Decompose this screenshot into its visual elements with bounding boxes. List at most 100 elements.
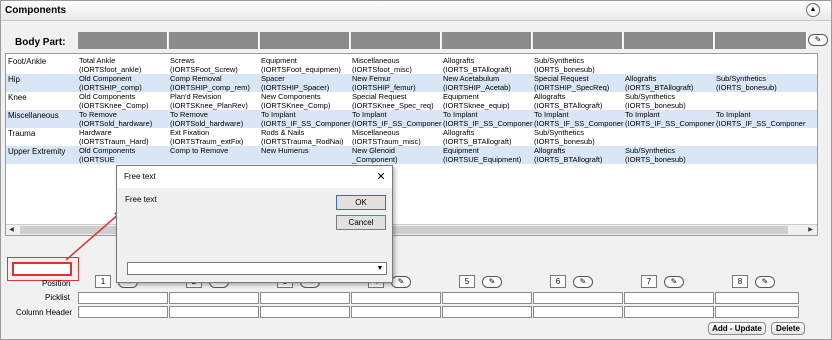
grid-cell[interactable]: Old Components (IORTSUE [79, 146, 169, 164]
picklist-input[interactable] [533, 292, 623, 304]
grid-cell[interactable]: To Implant (IORTS_IF_SS_Componer [352, 110, 442, 128]
pencil-icon[interactable]: ✎ [664, 276, 684, 288]
position-number[interactable]: 6 [550, 275, 566, 288]
grid-cell[interactable]: To Implant (IORTS_IF_SS_Componer [443, 110, 533, 128]
chevron-down-icon[interactable]: ▼ [375, 263, 385, 274]
grid-cell[interactable]: Allografts (IORTS_BTAllograft) [534, 146, 624, 164]
picklist-input[interactable] [78, 292, 168, 304]
grid-cell[interactable]: Ext Fixation (IORTSTraum_extFix) [170, 128, 260, 146]
grid-cell[interactable]: To Remove (IORTSold_hardware) [79, 110, 169, 128]
grid-cell[interactable]: Sub/Synthetics (IORTS_bonesub) [625, 146, 715, 164]
grid-cell[interactable]: Sub/Synthetics (IORTS_bonesub) [534, 128, 624, 146]
scroll-right-icon[interactable]: ▶ [805, 225, 816, 235]
grid-cell[interactable]: Equipment (IORTSknee_equip) [443, 92, 533, 110]
grid-cell[interactable]: Spacer (IORTSHIP_Spacer) [261, 74, 351, 92]
row-category: Miscellaneous [8, 111, 59, 120]
picklist-input[interactable] [624, 292, 714, 304]
body-part-header-cell[interactable] [715, 32, 807, 49]
cell-code: (IORTS_bonesub) [625, 101, 686, 110]
cell-code: (IORTSKnee_Spec_req) [352, 101, 434, 110]
grid-cell[interactable]: Hardware (IORTSTraum_Hard) [79, 128, 169, 146]
scroll-left-icon[interactable]: ◀ [6, 225, 17, 235]
grid-cell[interactable]: Special Request (IORTSHIP_SpecReq) [534, 74, 624, 92]
picklist-input[interactable] [715, 292, 799, 304]
cell-code: (IORTSfoot_ankle) [79, 65, 142, 74]
grid-cell[interactable]: Allografts (IORTS_BTAllograft) [625, 74, 715, 92]
grid-cell[interactable]: Old Component (IORTSHIP_comp) [79, 74, 169, 92]
body-part-header-cell[interactable] [169, 32, 259, 49]
delete-button[interactable]: Delete [771, 322, 805, 335]
ok-button[interactable]: OK [336, 195, 386, 210]
grid-cell[interactable]: To Remove (IORTSold_hardware) [170, 110, 260, 128]
cancel-button[interactable]: Cancel [336, 215, 386, 230]
cell-name: New Glenoid [352, 146, 395, 155]
grid-cell[interactable]: Special Request (IORTSKnee_Spec_req) [352, 92, 442, 110]
grid-cell[interactable]: Allografts (IORTS_BTAllograft) [443, 56, 533, 74]
column-header-input[interactable] [442, 306, 532, 318]
picklist-input[interactable] [260, 292, 350, 304]
grid-cell[interactable]: Allografts (IORTS_BTAllograft) [534, 92, 624, 110]
free-text-dialog: Free text ✕ Free text OK Cancel ▼ [116, 165, 393, 283]
column-header-input[interactable] [351, 306, 441, 318]
body-part-header-cell[interactable] [78, 32, 168, 49]
body-part-header-cell[interactable] [442, 32, 532, 49]
grid-cell[interactable]: Allografts (IORTS_BTAllograft) [443, 128, 533, 146]
grid-cell[interactable]: Comp Removal (IORTSHIP_comp_rem) [170, 74, 260, 92]
free-text-combo[interactable]: ▼ [127, 262, 387, 275]
grid-cell[interactable]: Miscellaneous (IORTSfoot_misc) [352, 56, 442, 74]
body-part-header-cell[interactable] [351, 32, 441, 49]
chevron-up-icon[interactable]: ▲ [806, 3, 820, 17]
position-number[interactable]: 7 [641, 275, 657, 288]
grid-cell[interactable]: To Implant (IORTS_IF_SS_Componer [625, 110, 715, 128]
grid-cell[interactable]: Equipment (IORTSUE_Equipment) [443, 146, 533, 164]
add-update-button[interactable]: Add - Update [708, 322, 766, 335]
grid-cell[interactable]: New Femur (IORTSHIP_femur) [352, 74, 442, 92]
cell-code: (IORTSknee_equip) [443, 101, 510, 110]
grid-cell[interactable]: New Humerus [261, 146, 351, 155]
close-icon[interactable]: ✕ [374, 170, 388, 184]
pencil-icon[interactable]: ✎ [482, 276, 502, 288]
column-header-input[interactable] [533, 306, 623, 318]
cell-code: (IORTSUE_Equipment) [443, 155, 522, 164]
grid-cell[interactable]: Sub/Synthetics (IORTS_bonesub) [716, 74, 806, 92]
column-header-input[interactable] [78, 306, 168, 318]
grid-cell[interactable]: Miscellaneous (IORTSTraum_misc) [352, 128, 442, 146]
grid-cell[interactable]: To Implant (IORTS_IF_SS_Componer [261, 110, 351, 128]
grid-cell[interactable]: Comp to Remove [170, 146, 260, 155]
grid-cell[interactable]: Screws (IORTSFoot_Screw) [170, 56, 260, 74]
pencil-icon[interactable]: ✎ [573, 276, 593, 288]
panel-title: Components [5, 5, 67, 16]
grid-cell[interactable]: Plan'd Revision (IORTSKnee_PlanRev) [170, 92, 260, 110]
grid-cell[interactable]: To Implant (IORTS_IF_SS_Componer [534, 110, 624, 128]
cell-code: (IORTSTraum_Hard) [79, 137, 149, 146]
cell-name: Comp to Remove [170, 146, 229, 155]
cell-name: New Femur [352, 74, 391, 83]
pencil-icon[interactable]: ✎ [391, 276, 411, 288]
picklist-input[interactable] [351, 292, 441, 304]
column-header-input[interactable] [715, 306, 799, 318]
grid-cell[interactable]: Total Ankle (IORTSfoot_ankle) [79, 56, 169, 74]
grid-cell[interactable]: To Implant (IORTS_IF_SS_Componer [716, 110, 806, 128]
column-header-input[interactable] [169, 306, 259, 318]
cell-name: To Remove [170, 110, 208, 119]
picklist-input[interactable] [169, 292, 259, 304]
grid-cell[interactable]: Equipment (IORTSFoot_equipmen) [261, 56, 351, 74]
body-part-header-cell[interactable] [624, 32, 714, 49]
grid-cell[interactable]: Old Components (IORTSKnee_Comp) [79, 92, 169, 110]
pencil-icon[interactable]: ✎ [808, 34, 828, 46]
grid-cell[interactable]: New Glenoid _Component) [352, 146, 442, 164]
body-part-header-cell[interactable] [260, 32, 350, 49]
grid-cell[interactable]: Rods & Nails (IORTSTrauma_RodNai) [261, 128, 351, 146]
grid-cell[interactable]: New Acetabulum (IORTSHIP_Acetab) [443, 74, 533, 92]
grid-cell[interactable]: Sub/Synthetics (IORTS_bonesub) [534, 56, 624, 74]
column-header-input[interactable] [624, 306, 714, 318]
column-header-input[interactable] [260, 306, 350, 318]
position-number[interactable]: 8 [732, 275, 748, 288]
body-part-header-cell[interactable] [533, 32, 623, 49]
grid-cell[interactable]: Sub/Synthetics (IORTS_bonesub) [625, 92, 715, 110]
picklist-input[interactable] [442, 292, 532, 304]
pencil-icon[interactable]: ✎ [755, 276, 775, 288]
position-number[interactable]: 1 [95, 275, 111, 288]
position-number[interactable]: 5 [459, 275, 475, 288]
grid-cell[interactable]: New Components (IORTSKnee_Comp) [261, 92, 351, 110]
